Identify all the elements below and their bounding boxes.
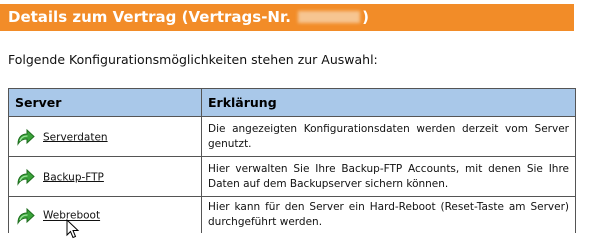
backup-ftp-link[interactable]: Backup-FTP: [43, 171, 104, 183]
server-cell: Backup-FTP: [8, 156, 202, 197]
serverdaten-link[interactable]: Serverdaten: [43, 131, 108, 143]
green-arrow-icon[interactable]: [15, 168, 35, 187]
column-header-explanation: Erklärung: [201, 88, 576, 117]
explanation-cell: Hier kann für den Server ein Hard-Reboot…: [201, 196, 576, 233]
table-row: Serverdaten Die angezeigten Konfiguratio…: [8, 116, 576, 157]
mouse-pointer-icon: [66, 219, 80, 239]
page-title: Details zum Vertrag (Vertrags-Nr. ): [0, 4, 574, 31]
column-header-server: Server: [8, 88, 202, 117]
table-row: Backup-FTP Hier verwalten Sie Ihre Backu…: [8, 156, 576, 197]
page-title-prefix: Details zum Vertrag (Vertrags-Nr.: [8, 8, 291, 26]
table-header-row: Server Erklärung: [8, 88, 576, 117]
intro-text: Folgende Konfigurationsmöglichkeiten ste…: [8, 52, 378, 67]
page-title-suffix: ): [362, 8, 370, 26]
explanation-cell: Die angezeigten Konfigurationsdaten werd…: [201, 116, 576, 157]
server-cell: Serverdaten: [8, 116, 202, 157]
contract-details-page: Details zum Vertrag (Vertrags-Nr. ) Folg…: [0, 0, 614, 247]
redacted-contract-number: [298, 11, 361, 23]
server-cell: Webreboot: [8, 196, 202, 233]
configuration-table: Server Erklärung Serverdaten Die angezei…: [8, 88, 576, 233]
table-row: Webreboot Hier kann für den Server ein H…: [8, 196, 576, 233]
explanation-cell: Hier verwalten Sie Ihre Backup-FTP Accou…: [201, 156, 576, 197]
green-arrow-icon[interactable]: [15, 128, 35, 147]
green-arrow-icon[interactable]: [15, 207, 35, 225]
